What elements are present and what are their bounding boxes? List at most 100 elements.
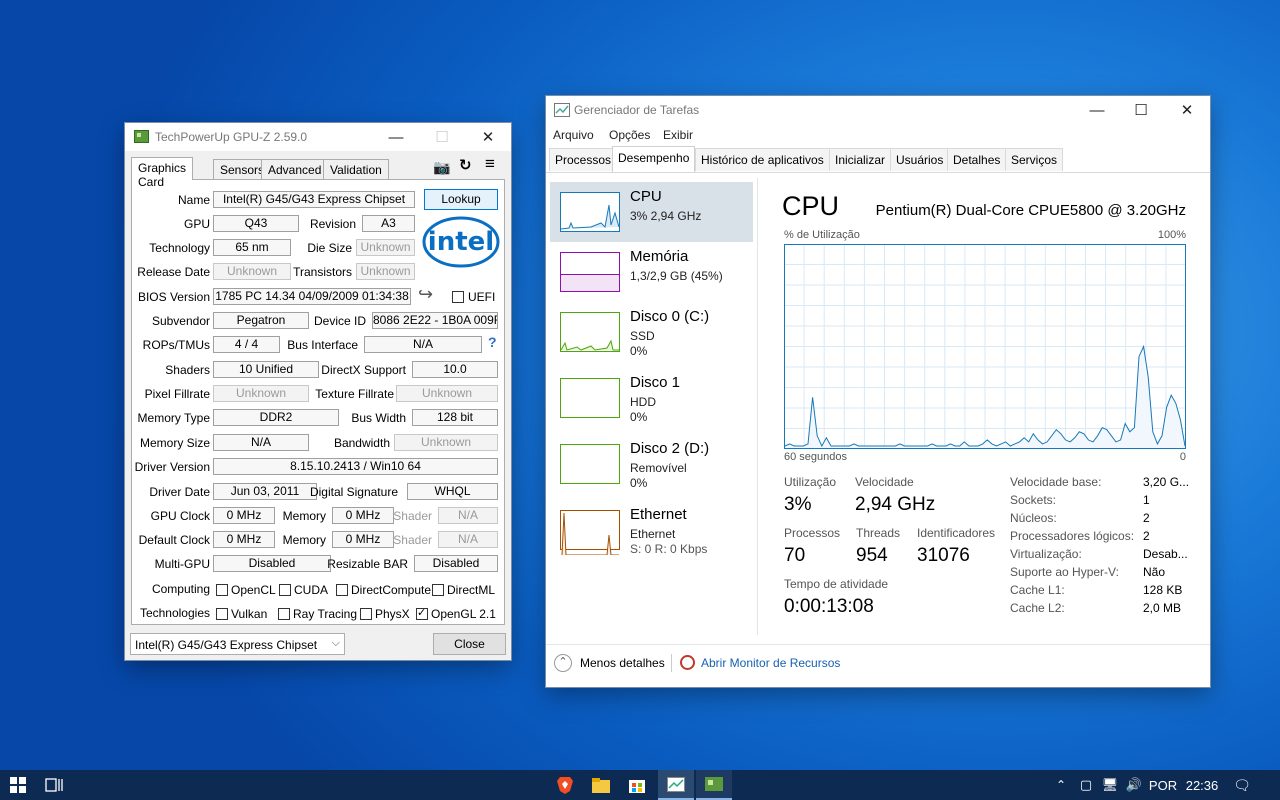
meet-now-icon[interactable]: ▢ <box>1076 770 1096 800</box>
opengl-checkbox[interactable] <box>416 606 428 620</box>
directml-checkbox[interactable] <box>432 584 444 596</box>
help-icon[interactable]: ? <box>488 334 497 350</box>
tm-maximize-button[interactable]: ☐ <box>1118 96 1164 124</box>
task-manager-taskbar-icon[interactable] <box>658 770 694 800</box>
cpu-title: CPU <box>782 191 840 221</box>
maximize-button[interactable]: ☐ <box>419 123 465 151</box>
tab-detalhes[interactable]: Detalhes <box>947 148 1007 171</box>
gpu-select[interactable]: Intel(R) G45/G43 Express Chipset ⌵ <box>130 633 345 655</box>
driver-date-field: Jun 03, 2011 <box>213 483 317 500</box>
chevron-down-icon: ⌵ <box>331 637 340 649</box>
memory-type-field: DDR2 <box>213 409 339 426</box>
fewer-details-link[interactable]: Menos detalhes <box>580 656 665 670</box>
task-view-icon[interactable] <box>38 770 70 800</box>
ethernet-thumbnail <box>560 510 620 556</box>
minimize-button[interactable]: — <box>373 123 419 151</box>
tm-minimize-button[interactable]: — <box>1074 96 1120 124</box>
volume-icon[interactable]: 🔊 <box>1124 770 1144 800</box>
directcompute-checkbox[interactable] <box>336 584 348 596</box>
gpuz-taskbar-icon[interactable] <box>696 770 732 800</box>
opencl-label: OpenCL <box>231 583 276 597</box>
windows-start-icon[interactable] <box>0 770 36 800</box>
gpu-select-value: Intel(R) G45/G43 Express Chipset <box>135 638 318 652</box>
file-explorer-icon[interactable] <box>586 770 616 800</box>
directcompute-label: DirectCompute <box>351 583 432 597</box>
sidebar-item-memory[interactable]: Memória 1,3/2,9 GB (45%) <box>550 242 753 302</box>
close-button[interactable]: Close <box>433 633 506 655</box>
tab-processos[interactable]: Processos <box>549 148 618 171</box>
vulkan-checkbox[interactable] <box>216 608 228 620</box>
tab-validation[interactable]: Validation <box>323 159 389 179</box>
sidebar-item-disk1[interactable]: Disco 1 HDD 0% <box>550 368 753 428</box>
sidebar-disk2-name: Disco 2 (D:) <box>630 440 710 457</box>
tm-title-bar[interactable]: Gerenciador de Tarefas — ☐ ✕ <box>546 96 1210 124</box>
tm-close-button[interactable]: ✕ <box>1164 96 1210 124</box>
subvendor-label: Subvendor <box>151 314 210 328</box>
input-language[interactable]: POR <box>1146 770 1180 800</box>
gpuz-title-bar[interactable]: TechPowerUp GPU-Z 2.59.0 — ☐ ✕ <box>125 123 511 151</box>
spec-label: Sockets: <box>1010 493 1057 507</box>
resource-monitor-icon[interactable] <box>680 655 695 670</box>
physx-label: PhysX <box>375 607 410 621</box>
texture-fillrate-label: Texture Fillrate <box>315 387 394 401</box>
device-id-field: 8086 2E22 - 1B0A 009F <box>372 312 498 329</box>
menu-icon[interactable]: ≡ <box>485 154 495 174</box>
sidebar-item-disk2[interactable]: Disco 2 (D:) Removível 0% <box>550 434 753 494</box>
sidebar-item-ethernet[interactable]: Ethernet Ethernet S: 0 R: 0 Kbps <box>550 500 753 560</box>
refresh-icon[interactable]: ↻ <box>459 156 472 174</box>
tab-historico[interactable]: Histórico de aplicativos <box>695 148 830 171</box>
computing-label: Computing <box>151 582 210 596</box>
uefi-checkbox[interactable] <box>452 291 464 303</box>
cpu-model: Pentium(R) Dual-Core CPUE5800 @ 3.20GHz <box>875 202 1186 219</box>
directx-label: DirectX Support <box>321 363 406 377</box>
name-field: Intel(R) G45/G43 Express Chipset <box>213 191 415 208</box>
gpu-clock-shader-field: N/A <box>438 507 498 524</box>
network-icon[interactable]: 🖥 <box>1100 770 1120 800</box>
ray-tracing-checkbox[interactable] <box>278 608 290 620</box>
subvendor-field: Pegatron <box>213 312 309 329</box>
spec-label: Virtualização: <box>1010 547 1082 561</box>
task-manager-window: Gerenciador de Tarefas — ☐ ✕ Arquivo Opç… <box>546 96 1210 687</box>
digital-signature-field: WHQL <box>407 483 498 500</box>
menu-arquivo[interactable]: Arquivo <box>553 128 594 142</box>
close-window-button[interactable]: ✕ <box>465 123 511 151</box>
memory-thumbnail <box>560 252 620 292</box>
microsoft-store-icon[interactable] <box>622 770 652 800</box>
transistors-field: Unknown <box>356 263 415 280</box>
chevron-up-tray-icon[interactable]: ⌃ <box>1052 770 1070 800</box>
gpuz-title: TechPowerUp GPU-Z 2.59.0 <box>155 130 308 144</box>
cuda-checkbox[interactable] <box>279 584 291 596</box>
camera-icon[interactable]: 📷 <box>433 159 450 176</box>
tab-graphics-card[interactable]: Graphics Card <box>131 157 194 189</box>
driver-version-field: 8.15.10.2413 / Win10 64 <box>213 458 498 475</box>
uefi-label: UEFI <box>468 290 496 304</box>
sidebar-memory-name: Memória <box>630 248 689 265</box>
lookup-button[interactable]: Lookup <box>424 189 498 210</box>
notification-center-icon[interactable]: 🗨 <box>1228 770 1256 800</box>
tab-advanced[interactable]: Advanced <box>261 159 329 179</box>
menu-opcoes[interactable]: Opções <box>609 128 650 142</box>
tab-usuarios[interactable]: Usuários <box>890 148 950 171</box>
resource-monitor-link[interactable]: Abrir Monitor de Recursos <box>701 656 840 670</box>
multi-gpu-field: Disabled <box>213 555 331 572</box>
menu-exibir[interactable]: Exibir <box>663 128 693 142</box>
tab-desempenho[interactable]: Desempenho <box>612 146 696 172</box>
brave-browser-icon[interactable] <box>550 770 580 800</box>
sidebar-item-disk0[interactable]: Disco 0 (C:) SSD 0% <box>550 302 753 362</box>
default-clock-label: Default Clock <box>138 533 210 547</box>
release-date-label: Release Date <box>137 265 210 279</box>
texture-fillrate-field: Unknown <box>396 385 498 402</box>
chevron-up-icon[interactable]: ⌃ <box>554 654 572 672</box>
physx-checkbox[interactable] <box>360 608 372 620</box>
sidebar-item-cpu[interactable]: CPU 3% 2,94 GHz <box>550 182 753 242</box>
share-icon[interactable]: ↪ <box>418 284 433 305</box>
handles-value: 31076 <box>917 545 970 566</box>
memory-size-field: N/A <box>213 434 309 451</box>
spec-value: 2 <box>1143 529 1150 543</box>
clock[interactable]: 22:36 <box>1182 770 1222 800</box>
tab-inicializar[interactable]: Inicializar <box>829 148 892 171</box>
revision-label: Revision <box>309 217 356 231</box>
tab-servicos[interactable]: Serviços <box>1005 148 1064 171</box>
opencl-checkbox[interactable] <box>216 584 228 596</box>
task-manager-icon <box>554 103 570 117</box>
